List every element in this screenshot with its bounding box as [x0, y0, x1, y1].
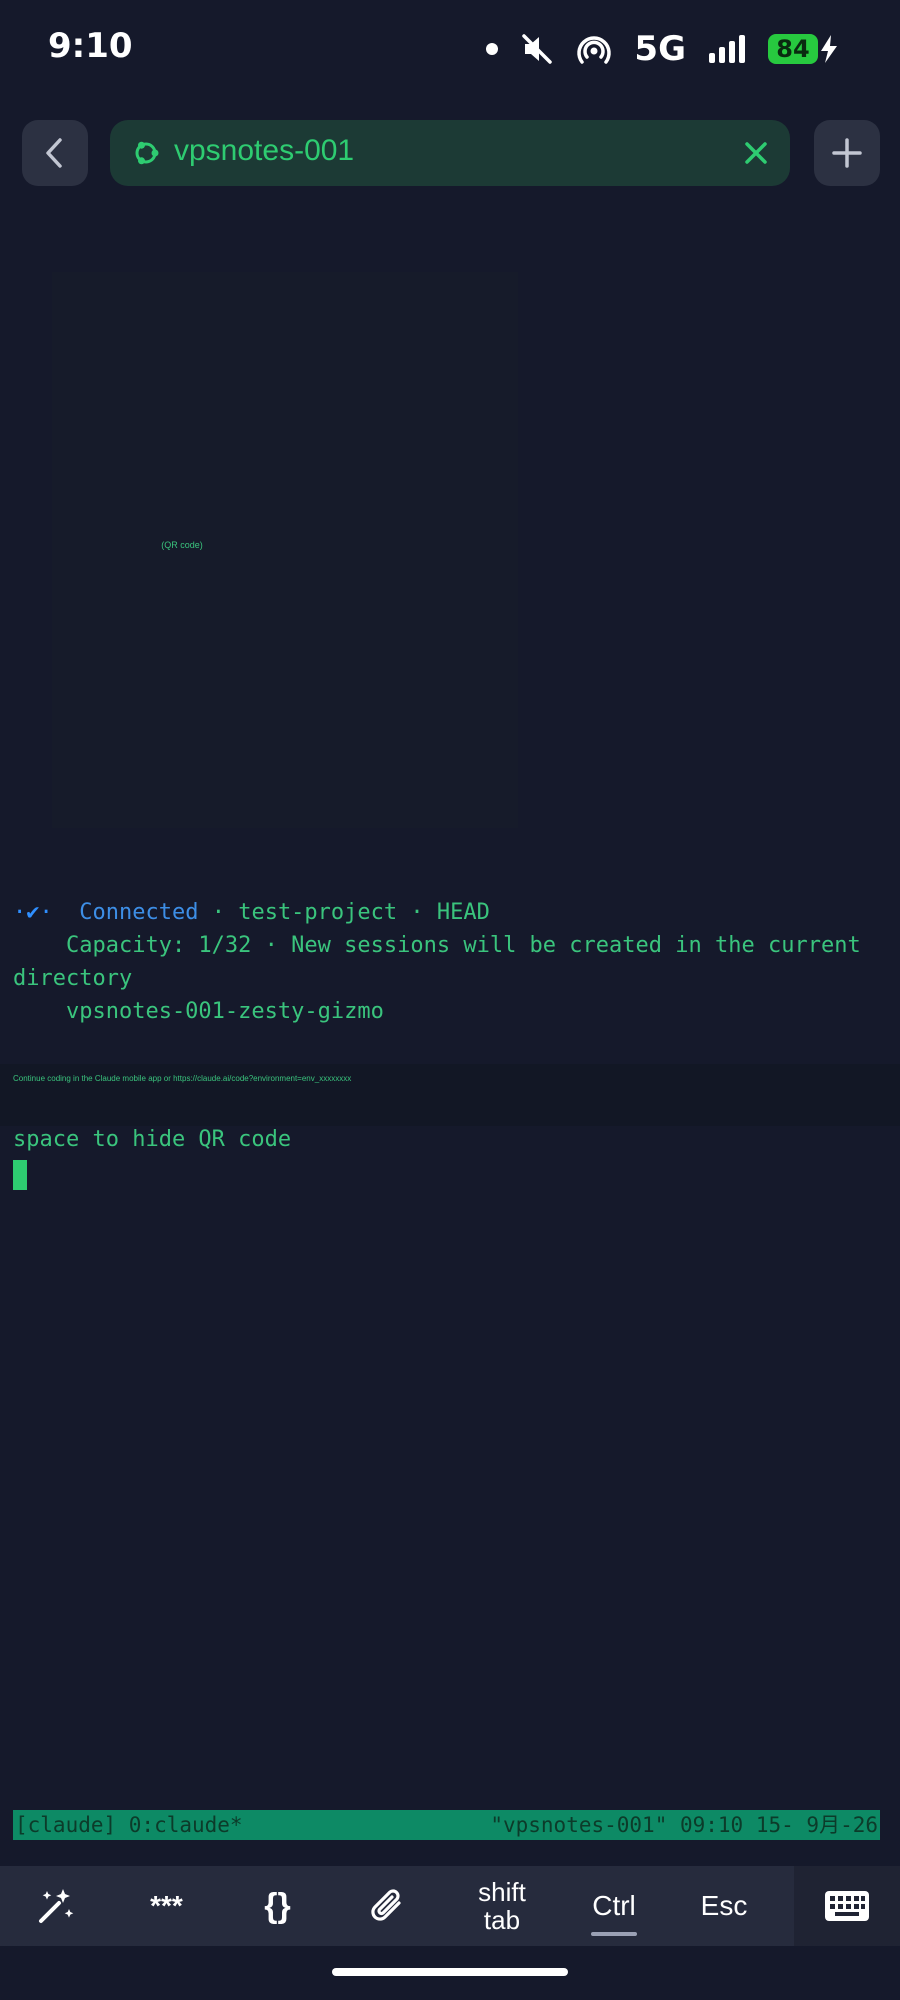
session-id: vpsnotes-001-zesty-gizmo [13, 999, 384, 1024]
tmux-host-time: "vpsnotes-001" 09:10 15- 9月-26 [490, 1813, 878, 1837]
status-icons: 5G 84 [486, 28, 840, 70]
claude-url[interactable]: Continue coding in the Claude mobile app… [13, 1074, 351, 1083]
paperclip-icon [370, 1889, 401, 1921]
connected-label: Connected [79, 900, 199, 925]
signal-icon [709, 35, 745, 63]
chevron-left-icon [46, 138, 62, 168]
project-info: · test-project · HEAD [198, 900, 490, 925]
tab-label: tab [483, 1905, 521, 1935]
back-button[interactable] [22, 120, 88, 186]
ubuntu-icon [135, 141, 159, 165]
stars-key[interactable]: *** [111, 1866, 222, 1946]
tmux-window-list: [claude] 0:claude* [15, 1813, 243, 1837]
qr-label: (QR code) [161, 540, 203, 550]
network-type: 5G [634, 29, 686, 69]
check-spinner-icon: ·✔· [13, 900, 53, 925]
home-indicator[interactable] [332, 1968, 568, 1976]
capacity-line-wrap: directory [13, 966, 133, 991]
keyboard-icon [825, 1891, 869, 1921]
session-name: vpsnotes-001 [174, 134, 355, 167]
extra-keys-bar: *** {} shift tab Ctrl Esc [0, 1866, 900, 1946]
mute-icon [522, 34, 553, 64]
shift-label: shift [478, 1877, 526, 1907]
session-tab[interactable]: vpsnotes-001 [110, 120, 790, 186]
tmux-status-bar: [claude] 0:claude* "vpsnotes-001" 09:10 … [13, 1810, 880, 1840]
hotspot-icon [577, 36, 612, 64]
terminal-cursor [13, 1160, 27, 1190]
esc-key[interactable]: Esc [668, 1866, 780, 1946]
ctrl-key[interactable]: Ctrl [560, 1866, 668, 1946]
ctrl-label: Ctrl [592, 1890, 636, 1921]
connection-status-line: ·✔· Connected · test-project · HEAD [13, 900, 490, 925]
shift-tab-key[interactable]: shift tab [444, 1866, 560, 1946]
ctrl-active-indicator [591, 1932, 637, 1936]
braces-key[interactable]: {} [222, 1866, 333, 1946]
hide-qr-hint: space to hide QR code [13, 1127, 292, 1152]
attach-button[interactable] [333, 1866, 444, 1946]
add-session-button[interactable] [814, 120, 880, 186]
plus-icon [832, 138, 862, 168]
status-bar: 9:10 5G 84 [0, 0, 900, 100]
charging-icon [821, 35, 837, 63]
dot-icon [486, 43, 499, 55]
magic-wand-button[interactable] [0, 1866, 111, 1946]
capacity-line: Capacity: 1/32 · New sessions will be cr… [13, 933, 861, 958]
magic-wand-icon [38, 1889, 73, 1923]
keyboard-toggle-button[interactable] [794, 1866, 900, 1946]
clock: 9:10 [48, 26, 133, 66]
battery-level: 84 [768, 34, 818, 64]
qr-code: (QR code) [52, 272, 518, 828]
battery-icon: 84 [768, 34, 840, 64]
close-icon[interactable] [738, 135, 774, 171]
